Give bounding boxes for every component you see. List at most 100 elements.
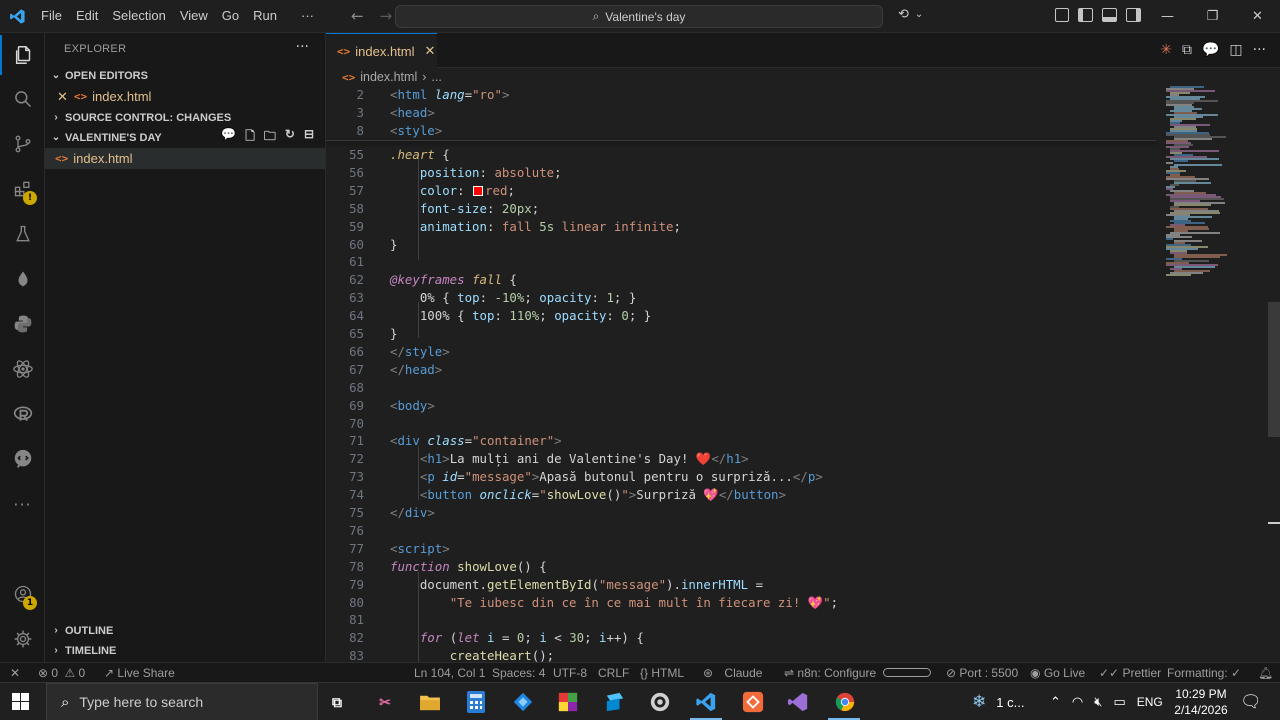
notification-center-icon[interactable]: 🗨︎ (1240, 683, 1262, 720)
source-control-icon[interactable] (0, 124, 45, 164)
menu-view[interactable]: View (173, 4, 215, 28)
code-line[interactable]: 75 </div> (326, 504, 1156, 522)
more-icon[interactable]: ··· (0, 484, 45, 524)
line-endings[interactable]: CRLF (598, 666, 629, 680)
extensions-icon[interactable]: ! (0, 169, 45, 209)
code-line[interactable]: 63 0% { top: -10%; opacity: 1; } (326, 289, 1156, 307)
file-explorer-icon[interactable] (417, 689, 443, 715)
code-line[interactable]: 80 "Te iubesc din ce în ce mai mult în f… (326, 594, 1156, 612)
claude-icon[interactable]: ✳ (1160, 42, 1172, 58)
code-line[interactable]: 68 (326, 379, 1156, 397)
snipping-tool-icon[interactable]: ✂ (372, 689, 398, 715)
port-status[interactable]: ⊘ Port : 5500 (946, 666, 1018, 680)
testing-icon[interactable] (0, 214, 45, 254)
code-line[interactable]: 56 position: absolute; (326, 164, 1156, 182)
calculator-icon[interactable] (463, 689, 489, 715)
forward-arrow-icon[interactable]: → (380, 7, 393, 25)
scroll-thumb[interactable] (1268, 302, 1280, 437)
search-icon[interactable] (0, 79, 45, 119)
n8n-status[interactable]: ⇌ n8n: Configure (784, 666, 876, 680)
code-line[interactable]: 82 for (let i = 0; i < 30; i++) { (326, 629, 1156, 647)
react-icon[interactable] (0, 349, 45, 389)
menu-go[interactable]: Go (215, 4, 246, 28)
vscode-taskbar-icon[interactable] (693, 689, 719, 715)
close-icon[interactable]: ✕ (425, 43, 436, 59)
copilot-button[interactable]: ⟲ ⌄ (898, 7, 923, 22)
code-line[interactable]: 70 (326, 415, 1156, 433)
taskbar-search[interactable]: ⌕ Type here to search (46, 683, 318, 720)
open-editor-item[interactable]: ✕ <> index.html (45, 86, 326, 107)
code-line[interactable]: 64 100% { top: 110%; opacity: 0; } (326, 307, 1156, 325)
code-line[interactable]: 77 <script> (326, 540, 1156, 558)
office-app-icon[interactable] (555, 689, 581, 715)
notifications-bell-icon[interactable]: 🔔︎ (1258, 666, 1273, 680)
language-mode[interactable]: {} HTML (640, 666, 684, 680)
code-line[interactable]: 81 (326, 611, 1156, 629)
battery-icon[interactable]: ▭ (1113, 694, 1125, 710)
settings-gear-icon[interactable] (0, 619, 45, 659)
account-icon[interactable]: 1 (0, 574, 45, 614)
volume-muted-icon[interactable]: 🔇︎ (1094, 694, 1102, 710)
vertical-scrollbar[interactable] (1266, 86, 1280, 662)
mongodb-icon[interactable] (0, 259, 45, 299)
weather-widget[interactable]: ❄ 1 c... (972, 683, 1024, 720)
menu-more[interactable]: ··· (294, 4, 321, 28)
menu-edit[interactable]: Edit (69, 4, 105, 28)
code-editor[interactable]: 2 <html lang="ro"> 3 <head> 8 <style> 55 .heart… (326, 86, 1280, 662)
breadcrumb-file[interactable]: index.html (360, 70, 417, 84)
visual-studio-installer-icon[interactable] (510, 689, 536, 715)
code-line[interactable]: 59 animation: fall 5s linear infinite; (326, 218, 1156, 236)
task-view-icon[interactable]: ⧉ (324, 689, 350, 715)
explorer-more-icon[interactable]: ··· (296, 39, 309, 55)
sticky-scroll-line[interactable]: 2 <html lang="ro"> (326, 86, 1156, 104)
explorer-file-item[interactable]: <> index.html (45, 148, 326, 169)
code-line[interactable]: 79 document.getElementById("message").in… (326, 576, 1156, 594)
code-line[interactable]: 55 .heart { (326, 146, 1156, 164)
collapse-all-icon[interactable]: ⊟ (304, 127, 314, 148)
code-line[interactable]: 69 <body> (326, 397, 1156, 415)
toggle-panel-icon[interactable] (1102, 8, 1117, 22)
windows-start-icon[interactable] (12, 693, 30, 711)
code-line[interactable]: 76 (326, 522, 1156, 540)
new-file-icon[interactable]: 🗋 (245, 127, 255, 148)
r-icon[interactable] (0, 394, 45, 434)
code-line[interactable]: 72 <h1>La mulți ani de Valentine's Day! … (326, 450, 1156, 468)
open-editors-section[interactable]: ⌄ OPEN EDITORS (45, 65, 326, 86)
menu-run[interactable]: Run (246, 4, 284, 28)
refresh-icon[interactable]: ↻ (285, 127, 295, 148)
back-arrow-icon[interactable]: ← (351, 7, 364, 25)
customize-layout-icon[interactable] (1055, 8, 1069, 22)
chat-bubble-icon[interactable]: 💬 (221, 127, 236, 148)
restore-icon[interactable]: ❐ (1190, 0, 1235, 33)
problems-indicator[interactable]: ⊗ 0 ⚠ 0 (38, 666, 85, 680)
menu-selection[interactable]: Selection (105, 4, 172, 28)
go-live-button[interactable]: ◉ Go Live (1030, 666, 1085, 680)
code-line[interactable]: 60} (326, 236, 1156, 254)
tab-index-html[interactable]: <> index.html ✕ (326, 33, 437, 68)
close-icon[interactable]: ✕ (1235, 0, 1280, 33)
code-line[interactable]: 58 font-size: 20px; (326, 200, 1156, 218)
sticky-scroll-line[interactable]: 3 <head> (326, 103, 1156, 122)
timeline-section[interactable]: › TIMELINE (45, 640, 326, 661)
new-folder-icon[interactable]: 🗀 (264, 127, 276, 148)
code-line[interactable]: 61 (326, 253, 1156, 271)
toggle-primary-sidebar-icon[interactable] (1078, 8, 1093, 22)
sticky-scroll-line[interactable]: 8 <style> (326, 121, 1156, 140)
input-language[interactable]: ENG (1137, 695, 1163, 709)
visual-studio-icon[interactable] (785, 689, 811, 715)
chat-bubble-icon[interactable]: 💬 (1202, 42, 1219, 58)
split-editor-icon[interactable]: ◫ (1229, 42, 1242, 58)
code-line[interactable]: 66 </style> (326, 343, 1156, 361)
outline-section[interactable]: › OUTLINE (45, 620, 326, 641)
code-line[interactable]: 57 color: red; (326, 182, 1156, 200)
code-line[interactable]: 83 createHeart(); (326, 647, 1156, 662)
more-actions-icon[interactable]: ··· (1253, 42, 1266, 58)
breadcrumb-more[interactable]: ... (431, 70, 441, 84)
source-control-section[interactable]: › SOURCE CONTROL: CHANGES (45, 107, 326, 128)
indentation[interactable]: Spaces: 4 (492, 666, 545, 680)
code-line[interactable]: 78 function showLove() { (326, 558, 1156, 576)
formatting-status[interactable]: Formatting: ✓ (1167, 666, 1241, 680)
chevron-up-icon[interactable]: ⌃ (1050, 694, 1061, 710)
command-center-search[interactable]: ⌕ Valentine's day (395, 5, 883, 28)
postman-icon[interactable] (740, 689, 766, 715)
